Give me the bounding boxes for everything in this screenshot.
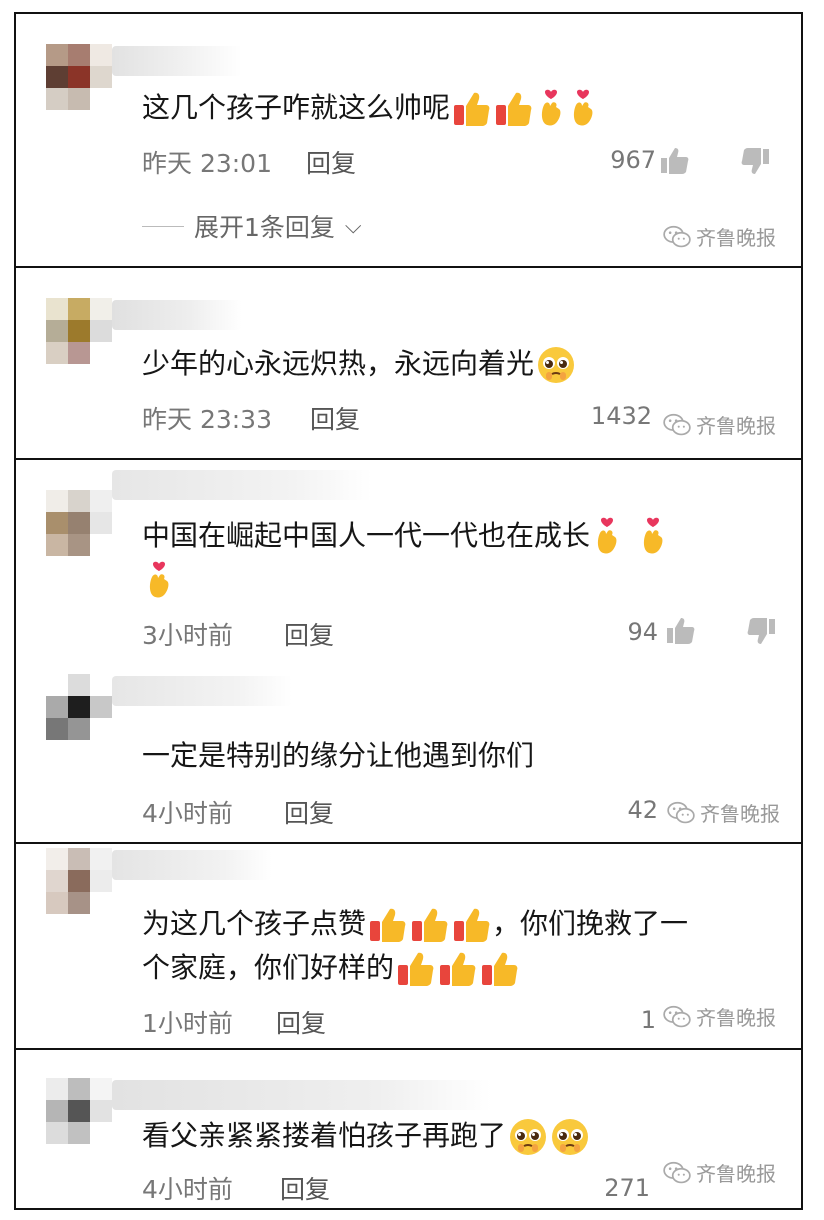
comment-time: 3小时前: [142, 621, 233, 650]
reply-button[interactable]: 回复: [276, 1004, 326, 1040]
dislike-icon[interactable]: [740, 146, 770, 176]
comment-time: 昨天 23:01: [142, 149, 272, 178]
expand-replies-button[interactable]: 展开1条回复 ⌵: [142, 208, 362, 244]
finger-heart-emoji: [536, 89, 566, 129]
pleading-face-emoji: [508, 1117, 548, 1157]
username-blurred: [112, 676, 292, 706]
username-blurred: [112, 300, 242, 330]
expand-replies-label: 展开1条回复: [194, 213, 335, 242]
comment-text: 一定是特别的缘分让他遇到你们: [142, 739, 535, 772]
wechat-icon: [662, 225, 692, 249]
username-blurred: [112, 470, 372, 500]
wechat-icon: [662, 1161, 692, 1185]
thumbs-up-emoji: [368, 905, 408, 945]
avatar[interactable]: [46, 490, 112, 578]
like-count: 1: [640, 1006, 656, 1034]
comment-text-continued: [142, 558, 174, 602]
reply-button[interactable]: 回复: [306, 144, 356, 180]
reply-button[interactable]: 回复: [284, 794, 334, 830]
username-blurred: [112, 1080, 492, 1110]
pleading-face-emoji: [536, 345, 576, 385]
like-icon[interactable]: [666, 616, 696, 646]
comment-panel-3: 中国在崛起中国人一代一代也在成长 3小时前 回复 94 一定是特别的缘分让他遇到…: [14, 458, 803, 844]
comment-time: 昨天 23:33: [142, 405, 272, 434]
watermark: 齐鲁晚报: [662, 1158, 776, 1187]
avatar[interactable]: [46, 44, 112, 132]
comment-panel-5: 看父亲紧紧搂着怕孩子再跑了 4小时前 回复 271 齐鲁晚报: [14, 1048, 803, 1210]
wechat-icon: [662, 1005, 692, 1029]
avatar[interactable]: [46, 298, 112, 386]
finger-heart-emoji: [638, 517, 668, 557]
reply-button[interactable]: 回复: [284, 616, 334, 652]
thumbs-up-emoji: [452, 89, 492, 129]
thumbs-up-emoji: [480, 949, 520, 989]
watermark: 齐鲁晚报: [666, 798, 780, 827]
comment-time: 4小时前: [142, 799, 233, 828]
avatar[interactable]: [46, 1078, 112, 1166]
comment-panel-1: 这几个孩子咋就这么帅呢 昨天 23:01 回复 967 展开1条回复 ⌵ 齐鲁晚…: [14, 12, 803, 268]
thumbs-up-emoji: [494, 89, 534, 129]
reply-button[interactable]: 回复: [310, 400, 360, 436]
watermark: 齐鲁晚报: [662, 410, 776, 439]
thumbs-up-emoji: [396, 949, 436, 989]
wechat-icon: [666, 801, 696, 825]
dislike-icon[interactable]: [746, 616, 776, 646]
finger-heart-emoji: [568, 89, 598, 129]
comment-time: 4小时前: [142, 1175, 233, 1204]
comment-text: 这几个孩子咋就这么帅呢: [142, 86, 598, 130]
thumbs-up-emoji: [438, 949, 478, 989]
username-blurred: [112, 850, 272, 880]
comment-text-continued: 个家庭，你们好样的: [142, 946, 520, 990]
comment-time: 1小时前: [142, 1009, 233, 1038]
avatar[interactable]: [46, 674, 112, 762]
finger-heart-emoji: [144, 561, 174, 601]
like-count: 94: [627, 618, 658, 646]
chevron-down-icon: ⌵: [344, 213, 362, 239]
pleading-face-emoji: [550, 1117, 590, 1157]
like-icon[interactable]: [660, 146, 690, 176]
comment-panel-2: 少年的心永远炽热，永远向着光 昨天 23:33 回复 1432 齐鲁晚报: [14, 266, 803, 460]
like-count: 1432: [590, 402, 652, 430]
thumbs-up-emoji: [410, 905, 450, 945]
like-count: 42: [627, 796, 658, 824]
reply-button[interactable]: 回复: [280, 1170, 330, 1206]
comment-text: 少年的心永远炽热，永远向着光: [142, 342, 576, 386]
watermark: 齐鲁晚报: [662, 222, 776, 251]
finger-heart-emoji: [592, 517, 622, 557]
like-count: 271: [604, 1174, 650, 1202]
comment-text: 中国在崛起中国人一代一代也在成长: [142, 514, 668, 558]
username-blurred: [112, 46, 242, 76]
like-count: 967: [610, 146, 656, 174]
avatar[interactable]: [46, 848, 112, 936]
wechat-icon: [662, 413, 692, 437]
comment-panel-4: 为这几个孩子点赞 ，你们挽救了一 个家庭，你们好样的 1小时前 回复 1 齐鲁晚报: [14, 842, 803, 1050]
thumbs-up-emoji: [452, 905, 492, 945]
comment-text: 看父亲紧紧搂着怕孩子再跑了: [142, 1114, 590, 1158]
watermark: 齐鲁晚报: [662, 1002, 776, 1031]
comment-text: 为这几个孩子点赞 ，你们挽救了一: [142, 902, 688, 946]
